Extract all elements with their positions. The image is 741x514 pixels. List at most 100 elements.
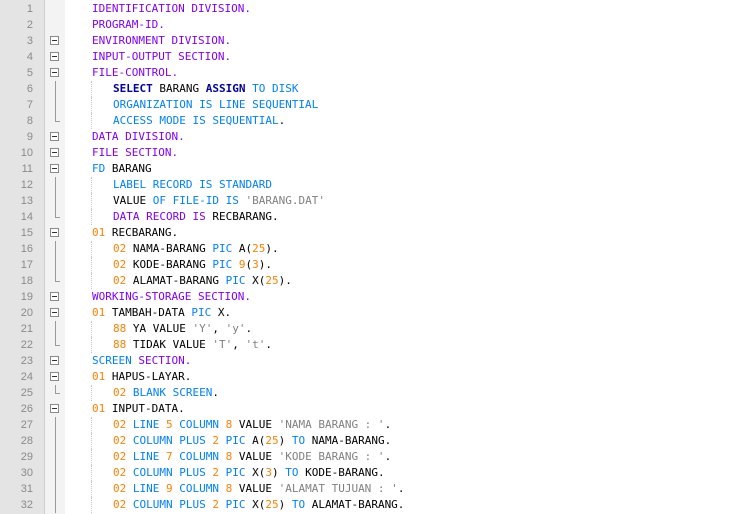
indent-guide — [91, 321, 113, 337]
code-token: PIC — [225, 274, 246, 287]
code-editor[interactable]: 1 IDENTIFICATION DIVISION. 2 PROGRAM-ID. 3 EN… — [0, 0, 741, 514]
code-line[interactable]: 31 02 LINE 9 COLUMN 8 VALUE 'ALAMAT TUJUA… — [0, 481, 741, 497]
code-line[interactable]: 17 02 KODE-BARANG PIC 9(3). — [0, 257, 741, 273]
code-line[interactable]: 22 88 TIDAK VALUE 'T', 't'. — [0, 337, 741, 353]
code-token: TAMBAH-DATA — [105, 306, 192, 319]
code-token: . — [397, 482, 405, 495]
code-token: OF FILE-ID IS — [146, 194, 246, 207]
code-token: ASSIGN — [205, 82, 246, 95]
fold-empty — [45, 17, 65, 33]
code-line[interactable]: 21 88 YA VALUE 'Y', 'y'. — [0, 321, 741, 337]
code-line[interactable]: 3 ENVIRONMENT DIVISION. — [0, 33, 741, 49]
code-text: DATA DIVISION. — [92, 129, 185, 145]
indent-guide — [91, 385, 113, 401]
code-line[interactable]: 2 PROGRAM-ID. — [0, 17, 741, 33]
fold-toggle-icon[interactable] — [45, 145, 65, 161]
line-number: 17 — [20, 259, 33, 271]
fold-toggle-icon[interactable] — [45, 225, 65, 241]
line-number: 19 — [20, 291, 33, 303]
indent-guide — [91, 417, 113, 433]
code-text: INPUT-OUTPUT SECTION. — [92, 49, 231, 65]
code-text: 02 LINE 5 COLUMN 8 VALUE 'NAMA BARANG : … — [91, 417, 391, 433]
line-number: 26 — [20, 403, 33, 415]
fold-toggle-icon[interactable] — [45, 161, 65, 177]
code-text: 01 TAMBAH-DATA PIC X. — [92, 305, 231, 321]
line-number: 27 — [20, 419, 33, 431]
code-line[interactable]: 14 DATA RECORD IS RECBARANG. — [0, 209, 741, 225]
code-line[interactable]: 25 02 BLANK SCREEN. — [0, 385, 741, 401]
code-token: 'Y' — [192, 322, 213, 335]
indent-guide — [91, 449, 113, 465]
code-line[interactable]: 26 01 INPUT-DATA. — [0, 401, 741, 417]
code-line[interactable]: 20 01 TAMBAH-DATA PIC X. — [0, 305, 741, 321]
code-token: LINE — [126, 482, 166, 495]
code-token: ENVIRONMENT DIVISION. — [92, 34, 232, 47]
code-token: NAMA-BARANG — [126, 242, 213, 255]
code-line[interactable]: 19 WORKING-STORAGE SECTION. — [0, 289, 741, 305]
indent-guide — [91, 177, 113, 193]
fold-toggle-icon[interactable] — [45, 49, 65, 65]
code-token: ACCESS MODE IS SEQUENTIAL — [113, 114, 279, 127]
indent-guide — [91, 97, 113, 113]
code-line[interactable]: 13 VALUE OF FILE-ID IS 'BARANG.DAT' — [0, 193, 741, 209]
code-line[interactable]: 8 ACCESS MODE IS SEQUENTIAL. — [0, 113, 741, 129]
fold-toggle-icon[interactable] — [45, 305, 65, 321]
code-token: KODE-BARANG — [126, 258, 213, 271]
indent-guide — [91, 481, 113, 497]
code-line[interactable]: 29 02 LINE 7 COLUMN 8 VALUE 'KODE BARANG … — [0, 449, 741, 465]
line-number: 10 — [20, 147, 33, 159]
fold-guide — [45, 433, 65, 449]
fold-toggle-icon[interactable] — [45, 33, 65, 49]
line-number: 6 — [26, 83, 33, 95]
fold-toggle-icon[interactable] — [45, 289, 65, 305]
code-line[interactable]: 6 SELECT BARANG ASSIGN TO DISK — [0, 81, 741, 97]
code-line[interactable]: 4 INPUT-OUTPUT SECTION. — [0, 49, 741, 65]
fold-toggle-icon[interactable] — [45, 369, 65, 385]
code-line[interactable]: 23 SCREEN SECTION. — [0, 353, 741, 369]
fold-toggle-icon[interactable] — [45, 401, 65, 417]
code-token: BLANK SCREEN — [126, 386, 213, 399]
code-text: 02 LINE 7 COLUMN 8 VALUE 'KODE BARANG : … — [91, 449, 392, 465]
code-token: PIC — [218, 466, 253, 479]
code-text: 01 RECBARANG. — [92, 225, 178, 241]
line-number: 8 — [26, 115, 33, 127]
code-line[interactable]: 18 02 ALAMAT-BARANG PIC X(25). — [0, 273, 741, 289]
code-line[interactable]: 32 02 COLUMN PLUS 2 PIC X(25) TO ALAMAT-B… — [0, 497, 741, 513]
code-line[interactable]: 28 02 COLUMN PLUS 2 PIC A(25) TO NAMA-BAR… — [0, 433, 741, 449]
code-line[interactable]: 30 02 COLUMN PLUS 2 PIC X(3) TO KODE-BARA… — [0, 465, 741, 481]
code-token: VALUE — [232, 418, 279, 431]
code-line[interactable]: 12 LABEL RECORD IS STANDARD — [0, 177, 741, 193]
fold-end-marker — [45, 385, 65, 401]
code-token: ORGANIZATION IS LINE SEQUENTIAL — [113, 98, 319, 111]
code-line[interactable]: 9 DATA DIVISION. — [0, 129, 741, 145]
code-token: . — [278, 114, 286, 127]
code-line[interactable]: 11 FD BARANG — [0, 161, 741, 177]
code-token: LINE — [126, 418, 166, 431]
fold-toggle-icon[interactable] — [45, 353, 65, 369]
code-token: TO — [291, 434, 306, 447]
code-line[interactable]: 10 FILE SECTION. — [0, 145, 741, 161]
line-number: 18 — [20, 275, 33, 287]
indent-guide — [91, 465, 113, 481]
code-line[interactable]: 7 ORGANIZATION IS LINE SEQUENTIAL — [0, 97, 741, 113]
code-line[interactable]: 1 IDENTIFICATION DIVISION. — [0, 1, 741, 17]
code-line[interactable]: 5 FILE-CONTROL. — [0, 65, 741, 81]
code-token: 88 — [113, 338, 127, 351]
code-token: DATA RECORD IS — [113, 210, 206, 223]
code-line[interactable]: 24 01 HAPUS-LAYAR. — [0, 369, 741, 385]
code-text: FD BARANG — [92, 161, 152, 177]
fold-toggle-icon[interactable] — [45, 65, 65, 81]
fold-guide — [45, 497, 65, 513]
code-token: . — [384, 450, 392, 463]
code-line[interactable]: 27 02 LINE 5 COLUMN 8 VALUE 'NAMA BARANG … — [0, 417, 741, 433]
fold-end-marker — [45, 337, 65, 353]
code-token: 02 — [113, 450, 127, 463]
code-token: ALAMAT-BARANG. — [305, 498, 405, 511]
code-line[interactable]: 16 02 NAMA-BARANG PIC A(25). — [0, 241, 741, 257]
code-token: 02 — [113, 274, 127, 287]
code-line[interactable]: 15 01 RECBARANG. — [0, 225, 741, 241]
fold-guide — [45, 449, 65, 465]
fold-toggle-icon[interactable] — [45, 129, 65, 145]
indent-guide — [91, 273, 113, 289]
code-token: 3 — [265, 466, 272, 479]
